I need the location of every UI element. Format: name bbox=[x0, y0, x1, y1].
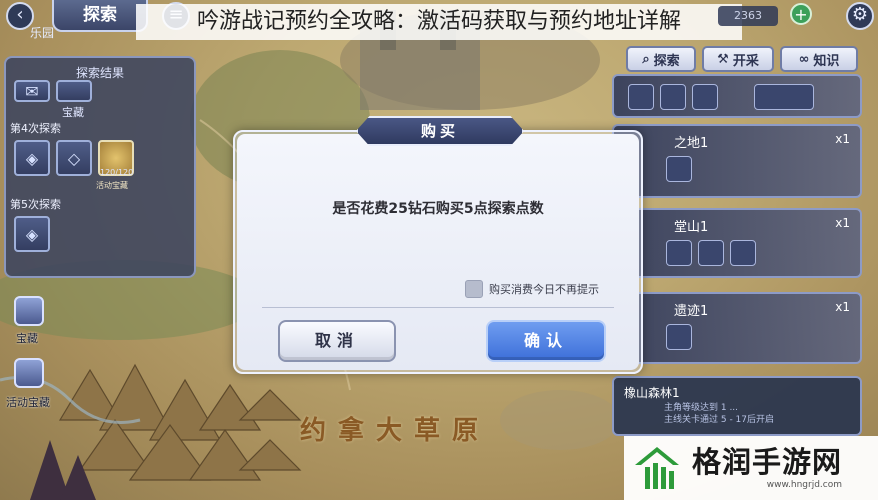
area-icon bbox=[692, 84, 718, 110]
mine-button-label: 开采 bbox=[732, 53, 759, 69]
panel-title: 探索结果 bbox=[75, 66, 124, 80]
area-icon bbox=[666, 156, 692, 182]
event-treasure-label: 活动宝藏 bbox=[6, 396, 50, 409]
explore-button-label: 探索 bbox=[653, 53, 680, 69]
event-chest-caption: 活动宝藏 bbox=[96, 181, 128, 190]
region-label: 约拿大草原 bbox=[300, 416, 491, 446]
treasure-icon[interactable] bbox=[14, 296, 44, 326]
site-url: www.hngrjd.com bbox=[766, 480, 843, 490]
site-logo bbox=[632, 443, 682, 493]
shield-icon[interactable]: ◈ bbox=[14, 216, 50, 252]
area-card[interactable]: 之地1 x1 bbox=[612, 124, 862, 198]
area-icon bbox=[660, 84, 686, 110]
knowledge-button[interactable]: ∞ 知识 bbox=[780, 46, 858, 72]
add-resource-button[interactable]: + bbox=[790, 3, 812, 25]
area-icon bbox=[698, 240, 724, 266]
knowledge-button-label: 知识 bbox=[813, 53, 840, 69]
explore-button[interactable]: ⌕ 探索 bbox=[626, 46, 696, 72]
event-treasure-icon[interactable] bbox=[14, 358, 44, 388]
pickaxe-icon: ⚒ bbox=[717, 51, 729, 67]
area-count: x1 bbox=[835, 216, 850, 230]
envelope-icon[interactable]: ✉ bbox=[14, 80, 50, 102]
dont-remind-label: 购买消费今日不再提示 bbox=[489, 283, 599, 296]
locked-area-name: 橡山森林1 bbox=[624, 386, 680, 400]
event-chest-count: 120/120 bbox=[100, 168, 134, 177]
area-count: x1 bbox=[835, 300, 850, 314]
subregion-label: 乐园 bbox=[30, 26, 55, 40]
dialog-message: 是否花费25钻石购买5点探索点数 bbox=[332, 201, 544, 217]
dialog-title: 购买 bbox=[356, 116, 524, 146]
mine-button[interactable]: ⚒ 开采 bbox=[702, 46, 774, 72]
area-name: 堂山1 bbox=[674, 220, 709, 235]
locked-area-card[interactable]: 橡山森林1 主角等级达到 1 ... 主线关卡通过 5 - 17后开启 bbox=[612, 376, 862, 436]
cancel-button[interactable]: 取消 bbox=[278, 320, 396, 362]
area-card[interactable]: 遗迹1 x1 bbox=[612, 292, 862, 364]
site-name: 格润手游网 bbox=[692, 445, 843, 479]
dialog-divider bbox=[262, 307, 614, 308]
chest-small-label: 宝藏 bbox=[62, 106, 84, 119]
unlock-requirement-2: 主线关卡通过 5 - 17后开启 bbox=[664, 415, 775, 425]
gear-icon: ⚙ bbox=[851, 4, 869, 25]
area-card[interactable]: 堂山1 x1 bbox=[612, 208, 862, 278]
section-4-label: 第4次探索 bbox=[10, 122, 61, 135]
site-logo-icon bbox=[635, 447, 679, 489]
chest-small-icon[interactable] bbox=[56, 80, 92, 102]
tab-explore[interactable]: 探索 bbox=[52, 0, 148, 32]
area-count: x1 bbox=[835, 132, 850, 146]
resource-counter: 2363 bbox=[718, 6, 778, 26]
crystal-icon[interactable]: ◈ bbox=[14, 140, 50, 176]
area-icon bbox=[628, 84, 654, 110]
area-icon bbox=[730, 240, 756, 266]
area-preview bbox=[754, 84, 814, 110]
treasure-label: 宝藏 bbox=[16, 332, 38, 345]
area-card-top[interactable] bbox=[612, 74, 862, 118]
arrow-left-icon: ‹ bbox=[16, 4, 24, 25]
badge-icon[interactable]: ◇ bbox=[56, 140, 92, 176]
dont-remind-checkbox[interactable] bbox=[465, 280, 483, 298]
area-icon bbox=[666, 240, 692, 266]
settings-button[interactable]: ⚙ bbox=[846, 2, 874, 30]
search-icon: ⌕ bbox=[642, 51, 650, 67]
area-name: 遗迹1 bbox=[674, 304, 709, 319]
confirm-button[interactable]: 确认 bbox=[486, 320, 606, 362]
area-icon bbox=[666, 324, 692, 350]
area-name: 之地1 bbox=[674, 136, 709, 151]
article-title: 吟游战记预约全攻略：激活码获取与预约地址详解 bbox=[136, 4, 742, 40]
dont-remind-option[interactable]: 购买消费今日不再提示 bbox=[465, 280, 599, 298]
section-5-label: 第5次探索 bbox=[10, 198, 61, 211]
site-watermark: 格润手游网 www.hngrjd.com bbox=[624, 436, 878, 500]
book-icon: ∞ bbox=[798, 51, 810, 67]
